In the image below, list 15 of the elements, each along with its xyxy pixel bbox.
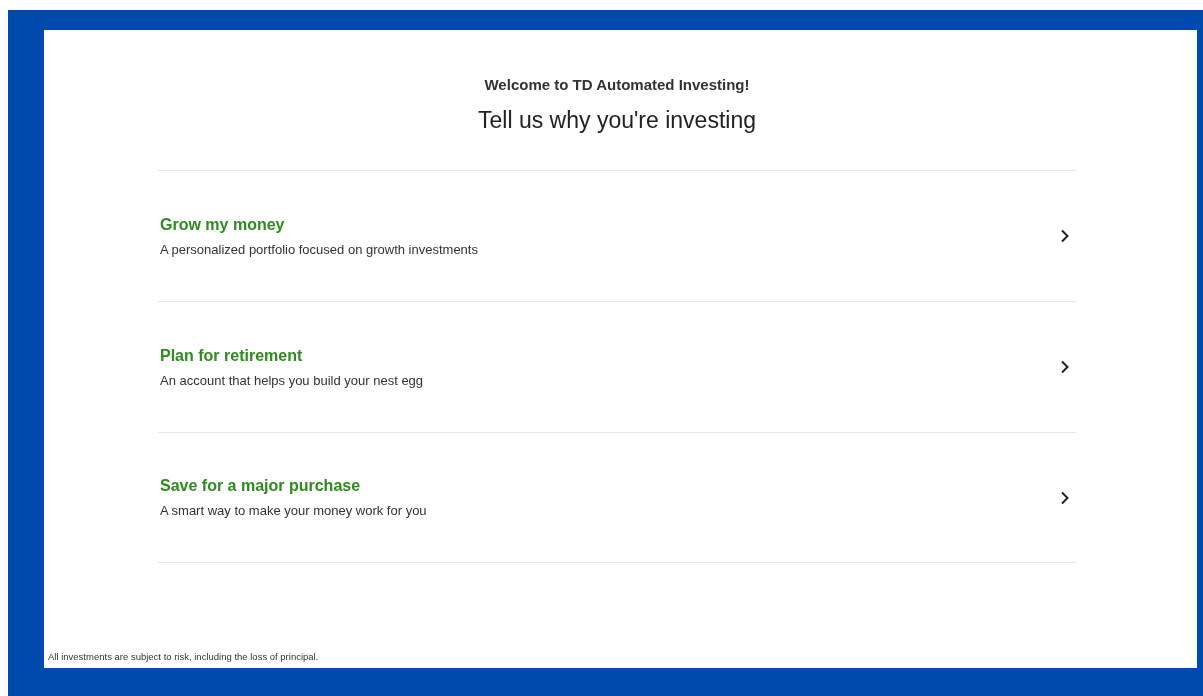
goal-option[interactable]: Grow my money A personalized portfolio focused on growth investments xyxy=(158,170,1076,301)
goal-description: A smart way to make your money work for you xyxy=(160,503,427,518)
chevron-right-icon xyxy=(1060,229,1070,243)
goal-title: Grow my money xyxy=(160,215,286,234)
goal-description: An account that helps you build your nest egg xyxy=(160,372,424,388)
welcome-text: Welcome to TD Automated Investing! xyxy=(484,76,750,93)
disclaimer: All investments are subject to risk, including the loss of principal. xyxy=(48,651,320,662)
goal-option[interactable]: Plan for retirement An account that helps you build your nest egg xyxy=(158,301,1076,432)
goal-title: Save for a major purchase xyxy=(160,477,362,495)
goal-option[interactable]: Save for a major purchase A smart way to make your money work for you xyxy=(158,432,1076,563)
goal-description: A personalized portfolio focused on growth investments xyxy=(160,241,478,257)
page-title: Tell us why you're investing xyxy=(478,107,756,134)
goal-title: Plan for retirement xyxy=(160,346,304,365)
chevron-right-icon xyxy=(1060,360,1070,374)
chevron-right-icon xyxy=(1060,490,1070,505)
